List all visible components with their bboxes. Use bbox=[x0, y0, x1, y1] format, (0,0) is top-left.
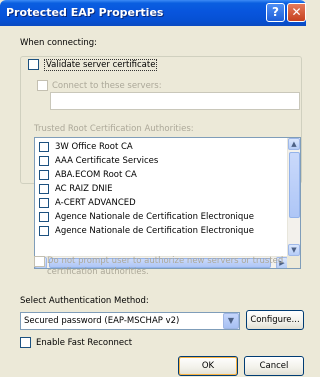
title-bar[interactable]: Protected EAP Properties ? ✕ bbox=[0, 0, 306, 26]
auth-method-value: Secured password (EAP-MSCHAP v2) bbox=[24, 316, 180, 326]
list-item-checkbox[interactable] bbox=[39, 156, 49, 166]
trusted-roots-list[interactable]: 3W Office Root CA AAA Certificate Servic… bbox=[34, 137, 301, 269]
list-item-checkbox[interactable] bbox=[39, 226, 49, 236]
scroll-down-icon[interactable]: ▼ bbox=[288, 244, 300, 256]
list-item[interactable]: Agence Nationale de Certification Electr… bbox=[39, 212, 254, 225]
close-icon: ✕ bbox=[291, 5, 302, 19]
when-connecting-label: When connecting: bbox=[20, 38, 98, 48]
cancel-button-label: Cancel bbox=[259, 361, 289, 371]
list-item-checkbox[interactable] bbox=[39, 142, 49, 152]
list-item-checkbox[interactable] bbox=[39, 212, 49, 222]
scroll-up-icon[interactable]: ▲ bbox=[288, 138, 300, 150]
connect-servers-label: Connect to these servers: bbox=[52, 81, 162, 91]
help-icon: ? bbox=[272, 5, 279, 19]
no-prompt-checkbox bbox=[34, 256, 45, 267]
list-item-checkbox[interactable] bbox=[39, 198, 49, 208]
ok-button[interactable]: OK bbox=[178, 356, 238, 376]
fast-reconnect-label[interactable]: Enable Fast Reconnect bbox=[36, 338, 132, 348]
connect-servers-checkbox bbox=[37, 80, 48, 91]
chevron-down-icon[interactable]: ▼ bbox=[223, 313, 239, 329]
vertical-scrollbar[interactable]: ▲ ▼ bbox=[287, 138, 300, 256]
list-item[interactable]: Agence Nationale de Certification Electr… bbox=[39, 226, 254, 239]
auth-method-select[interactable]: Secured password (EAP-MSCHAP v2) ▼ bbox=[20, 312, 240, 330]
validate-cert-checkbox[interactable] bbox=[28, 59, 39, 70]
list-item[interactable]: ABA.ECOM Root CA bbox=[39, 170, 137, 183]
configure-button[interactable]: Configure... bbox=[246, 310, 304, 330]
list-item-checkbox[interactable] bbox=[39, 184, 49, 194]
list-item[interactable]: 3W Office Root CA bbox=[39, 142, 133, 155]
window-title: Protected EAP Properties bbox=[6, 6, 164, 19]
trusted-roots-label: Trusted Root Certification Authorities: bbox=[34, 124, 194, 134]
list-item-checkbox[interactable] bbox=[39, 170, 49, 180]
fast-reconnect-checkbox[interactable] bbox=[20, 337, 31, 348]
list-item-label: 3W Office Root CA bbox=[55, 142, 133, 152]
close-button[interactable]: ✕ bbox=[287, 3, 306, 22]
list-item-label: AAA Certificate Services bbox=[55, 156, 159, 166]
list-item[interactable]: AC RAIZ DNIE bbox=[39, 184, 113, 197]
help-button[interactable]: ? bbox=[266, 3, 285, 22]
auth-method-label: Select Authentication Method: bbox=[20, 296, 149, 306]
validate-cert-label[interactable]: Validate server certificate bbox=[44, 59, 158, 71]
list-item[interactable]: AAA Certificate Services bbox=[39, 156, 158, 169]
cancel-button[interactable]: Cancel bbox=[244, 356, 304, 376]
list-item-label: AC RAIZ DNIE bbox=[55, 184, 113, 194]
ok-button-label: OK bbox=[201, 361, 215, 371]
list-item-label: Agence Nationale de Certification Electr… bbox=[55, 226, 254, 236]
scroll-corner bbox=[287, 256, 300, 268]
list-item-label: ABA.ECOM Root CA bbox=[55, 170, 137, 180]
list-item-label: Agence Nationale de Certification Electr… bbox=[55, 212, 254, 222]
configure-button-label: Configure... bbox=[250, 315, 300, 325]
vertical-scroll-thumb[interactable] bbox=[289, 152, 300, 218]
no-prompt-label-line1: Do not prompt user to authorize new serv… bbox=[47, 256, 284, 266]
servers-input bbox=[50, 92, 300, 110]
no-prompt-label-line2: certification authorities. bbox=[47, 267, 149, 277]
list-item-label: A-CERT ADVANCED bbox=[55, 198, 136, 208]
list-item[interactable]: A-CERT ADVANCED bbox=[39, 198, 136, 211]
